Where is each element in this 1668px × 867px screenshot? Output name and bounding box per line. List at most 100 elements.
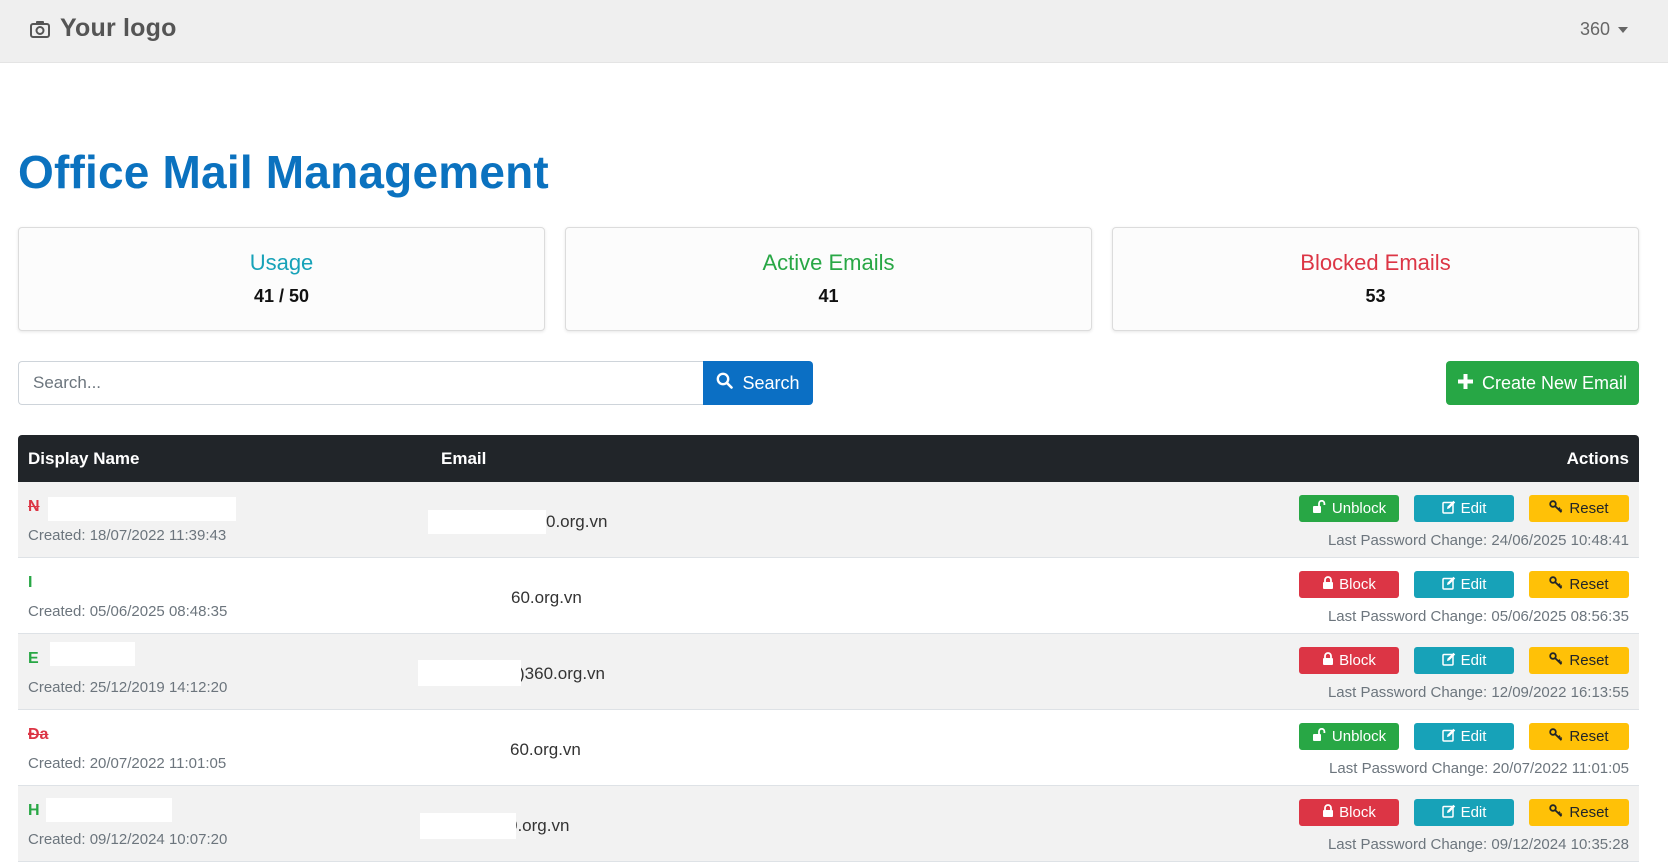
stat-label: Usage — [249, 250, 314, 275]
last-password-change: Last Password Change: 05/06/2025 08:56:3… — [1327, 608, 1629, 625]
email-address: 60.org.vn — [510, 740, 581, 759]
toggle-label: Block — [1339, 576, 1376, 593]
edit-label: Edit — [1460, 500, 1487, 517]
row-actions: Unblock Edit Reset — [1299, 495, 1629, 522]
reset-button[interactable]: Reset — [1529, 495, 1629, 522]
logo[interactable]: Your logo — [30, 14, 177, 43]
redaction — [48, 497, 236, 521]
table-row: E Created: 25/12/2019 14:12:20 )360.org.… — [18, 634, 1639, 710]
last-password-change: Last Password Change: 12/09/2022 16:13:5… — [1327, 684, 1629, 701]
user-menu-dropdown[interactable]: 360 — [1580, 19, 1628, 40]
created-date: Created: 18/07/2022 11:39:43 — [28, 527, 227, 544]
unblock-button[interactable]: Unblock — [1299, 723, 1399, 750]
display-name: N — [28, 498, 40, 515]
last-password-change: Last Password Change: 24/06/2025 10:48:4… — [1327, 532, 1629, 549]
email-address: 0.org.vn — [546, 512, 608, 531]
edit-button[interactable]: Edit — [1414, 647, 1514, 674]
search-button[interactable]: Search — [703, 361, 813, 405]
edit-button[interactable]: Edit — [1414, 799, 1514, 826]
user-menu-label: 360 — [1579, 19, 1610, 39]
reset-label: Reset — [1569, 804, 1609, 821]
email-table: Display Name Email Actions N Created: 18… — [18, 435, 1639, 862]
block-button[interactable]: Block — [1299, 799, 1399, 826]
header-actions: Actions — [1566, 449, 1629, 468]
redaction — [50, 642, 135, 666]
redaction — [428, 510, 546, 534]
search-input[interactable] — [18, 361, 704, 405]
key-icon — [1549, 576, 1564, 593]
edit-icon — [1441, 652, 1456, 670]
unlock-icon — [1312, 499, 1327, 517]
email-address: )360.org.vn — [519, 664, 605, 683]
edit-button[interactable]: Edit — [1414, 571, 1514, 598]
edit-icon — [1441, 804, 1456, 822]
row-actions: Unblock Edit Reset — [1299, 723, 1629, 750]
key-icon — [1549, 500, 1564, 517]
email-address: 60.org.vn — [511, 588, 582, 607]
key-icon — [1549, 804, 1564, 821]
table-row: H Created: 09/12/2024 10:07:20 0.org.vn … — [18, 786, 1639, 862]
block-button[interactable]: Block — [1299, 571, 1399, 598]
lock-icon — [1322, 652, 1334, 669]
reset-button[interactable]: Reset — [1529, 647, 1629, 674]
reset-button[interactable]: Reset — [1529, 799, 1629, 826]
top-navbar: Your logo 360 — [0, 0, 1668, 63]
camera-icon — [30, 20, 50, 38]
blocked-emails-card: Blocked Emails 53 — [1112, 227, 1639, 331]
table-row: I Created: 05/06/2025 08:48:35 60.org.vn… — [18, 558, 1639, 634]
toggle-label: Unblock — [1331, 728, 1387, 745]
logo-text: Your logo — [60, 14, 177, 42]
reset-label: Reset — [1569, 500, 1609, 517]
edit-button[interactable]: Edit — [1414, 495, 1514, 522]
stat-value: 41 — [818, 286, 839, 306]
stat-label: Active Emails — [762, 250, 895, 275]
search-button-label: Search — [742, 372, 800, 393]
reset-label: Reset — [1569, 728, 1609, 745]
lock-icon — [1322, 804, 1334, 821]
row-actions: Block Edit Reset — [1299, 799, 1629, 826]
toggle-label: Block — [1339, 652, 1376, 669]
reset-label: Reset — [1569, 576, 1609, 593]
toggle-label: Block — [1339, 804, 1376, 821]
row-actions: Block Edit Reset — [1299, 571, 1629, 598]
created-date: Created: 20/07/2022 11:01:05 — [28, 755, 227, 772]
plus-icon — [1457, 373, 1473, 394]
stat-value: 53 — [1365, 286, 1386, 306]
stat-label: Blocked Emails — [1300, 250, 1451, 275]
edit-label: Edit — [1460, 652, 1487, 669]
display-name: Đa — [28, 726, 49, 743]
unlock-icon — [1312, 727, 1327, 745]
redaction — [46, 798, 172, 822]
redaction — [420, 813, 516, 839]
redaction — [418, 660, 521, 686]
active-emails-card: Active Emails 41 — [565, 227, 1092, 331]
display-name: E — [28, 650, 39, 667]
reset-button[interactable]: Reset — [1529, 723, 1629, 750]
header-display-name: Display Name — [28, 449, 140, 468]
edit-icon — [1441, 576, 1456, 594]
row-actions: Block Edit Reset — [1299, 647, 1629, 674]
last-password-change: Last Password Change: 20/07/2022 11:01:0… — [1329, 760, 1629, 777]
created-date: Created: 05/06/2025 08:48:35 — [28, 603, 228, 620]
display-name: I — [28, 574, 33, 591]
create-new-email-button[interactable]: Create New Email — [1446, 361, 1639, 405]
key-icon — [1549, 728, 1564, 745]
chevron-down-icon — [1618, 27, 1628, 33]
block-button[interactable]: Block — [1299, 647, 1399, 674]
unblock-button[interactable]: Unblock — [1299, 495, 1399, 522]
edit-icon — [1441, 728, 1456, 746]
edit-button[interactable]: Edit — [1414, 723, 1514, 750]
usage-card: Usage 41 / 50 — [18, 227, 545, 331]
edit-icon — [1441, 500, 1456, 518]
reset-label: Reset — [1569, 652, 1609, 669]
edit-label: Edit — [1460, 804, 1487, 821]
reset-button[interactable]: Reset — [1529, 571, 1629, 598]
table-row: Đa Created: 20/07/2022 11:01:05 60.org.v… — [18, 710, 1639, 786]
last-password-change: Last Password Change: 09/12/2024 10:35:2… — [1327, 836, 1629, 853]
edit-label: Edit — [1460, 728, 1487, 745]
table-row: N Created: 18/07/2022 11:39:43 0.org.vn … — [18, 482, 1639, 558]
key-icon — [1549, 652, 1564, 669]
search-icon — [716, 372, 734, 394]
toggle-label: Unblock — [1331, 500, 1387, 517]
create-button-label: Create New Email — [1481, 372, 1628, 393]
